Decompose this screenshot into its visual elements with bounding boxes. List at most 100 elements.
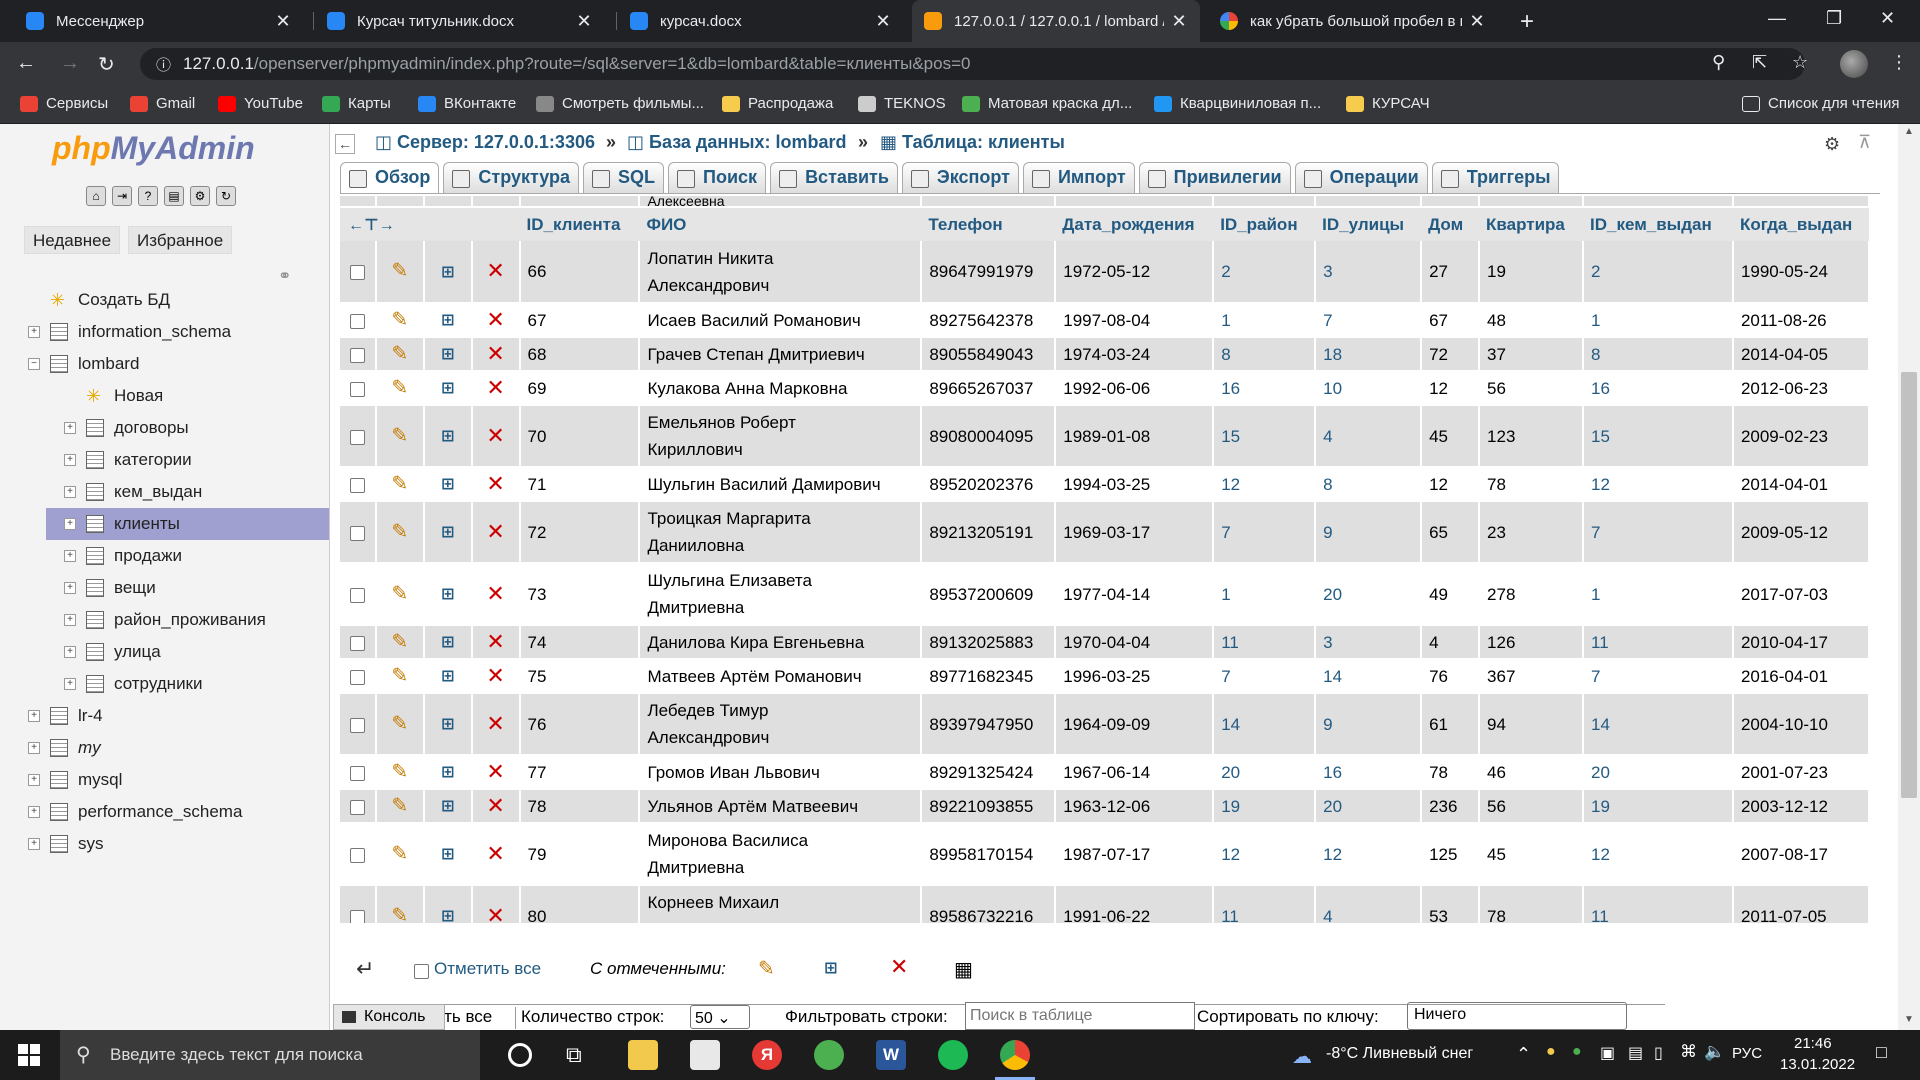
- yandex-browser-icon[interactable]: Я: [752, 1040, 782, 1070]
- column-header[interactable]: Когда_выдан: [1732, 207, 1869, 241]
- weather-icon[interactable]: ☁: [1292, 1044, 1312, 1069]
- wifi-icon[interactable]: ⌘: [1680, 1042, 1697, 1062]
- site-info-icon[interactable]: ⓘ: [156, 54, 171, 75]
- copy-row-icon[interactable]: ⊞: [441, 716, 454, 733]
- delete-row-icon[interactable]: ✕: [486, 629, 504, 654]
- delete-row-icon[interactable]: ✕: [486, 519, 504, 544]
- sort-by-key-select[interactable]: Ничего: [1407, 1002, 1627, 1030]
- cell-rayon-link[interactable]: 19: [1213, 789, 1317, 824]
- bookmark-item[interactable]: Gmail: [130, 95, 195, 112]
- cell-kem-link[interactable]: 11: [1583, 625, 1734, 660]
- tray-device-icon[interactable]: ▣: [1600, 1043, 1615, 1063]
- copy-row-icon[interactable]: ⊞: [441, 476, 454, 493]
- notifications-icon[interactable]: □: [1876, 1042, 1887, 1063]
- cell-ulica-link[interactable]: 9: [1315, 501, 1423, 564]
- browser-tab[interactable]: как убрать большой пробел в в... ✕: [1208, 0, 1498, 42]
- delete-row-icon[interactable]: ✕: [486, 581, 504, 606]
- check-all-label[interactable]: Отметить все: [434, 959, 541, 979]
- tree-new-item[interactable]: ✳ Новая: [46, 380, 329, 412]
- bookmark-item[interactable]: Матовая краска дл...: [962, 95, 1132, 112]
- row-checkbox[interactable]: [349, 909, 365, 923]
- scrollbar-thumb[interactable]: [1901, 372, 1917, 798]
- bookmark-item[interactable]: КУРСАЧ: [1346, 95, 1430, 112]
- close-tab-icon[interactable]: ✕: [1468, 11, 1486, 32]
- edit-row-icon[interactable]: ✎: [391, 583, 408, 605]
- tree-table-item[interactable]: + кем_выдан: [46, 476, 329, 508]
- cell-kem-link[interactable]: 12: [1583, 467, 1734, 502]
- copy-row-icon[interactable]: ⊞: [441, 524, 454, 541]
- cell-ulica-link[interactable]: 10: [1315, 371, 1423, 406]
- tree-database-item[interactable]: + sys: [0, 828, 329, 860]
- copy-row-icon[interactable]: ⊞: [441, 380, 454, 397]
- cell-ulica-link[interactable]: 3: [1315, 625, 1423, 660]
- cell-ulica-link[interactable]: 8: [1315, 467, 1423, 502]
- tree-table-item[interactable]: + продажи: [46, 540, 329, 572]
- edit-row-icon[interactable]: ✎: [391, 260, 408, 282]
- row-checkbox[interactable]: [349, 799, 365, 815]
- tree-table-item[interactable]: + клиенты: [46, 508, 329, 540]
- help-icon[interactable]: ?: [138, 186, 158, 206]
- edit-row-icon[interactable]: ✎: [391, 425, 408, 447]
- row-checkbox[interactable]: [349, 429, 365, 445]
- expand-icon[interactable]: +: [64, 518, 76, 530]
- filter-rows-input[interactable]: [965, 1002, 1195, 1030]
- cell-rayon-link[interactable]: 1: [1213, 563, 1317, 626]
- expand-icon[interactable]: +: [28, 326, 40, 338]
- delete-row-icon[interactable]: ✕: [486, 471, 504, 496]
- battery-icon[interactable]: ▯: [1654, 1043, 1663, 1063]
- delete-row-icon[interactable]: ✕: [486, 375, 504, 400]
- expand-icon[interactable]: +: [28, 742, 40, 754]
- column-header[interactable]: ID_район: [1213, 207, 1316, 241]
- cell-rayon-link[interactable]: 8: [1213, 337, 1317, 372]
- row-checkbox[interactable]: [349, 765, 365, 781]
- column-header[interactable]: ID_кем_выдан: [1583, 207, 1733, 241]
- delete-row-icon[interactable]: ✕: [486, 258, 504, 283]
- delete-row-icon[interactable]: ✕: [486, 793, 504, 818]
- edit-row-icon[interactable]: ✎: [391, 521, 408, 543]
- expand-icon[interactable]: +: [28, 838, 40, 850]
- expand-icon[interactable]: +: [28, 710, 40, 722]
- cell-kem-link[interactable]: 1: [1583, 303, 1734, 338]
- cell-kem-link[interactable]: 15: [1583, 405, 1734, 468]
- collapse-icon[interactable]: −: [28, 358, 40, 370]
- copy-row-icon[interactable]: ⊞: [441, 634, 454, 651]
- chrome-taskbar-icon[interactable]: [1000, 1040, 1030, 1070]
- delete-row-icon[interactable]: ✕: [486, 423, 504, 448]
- cell-kem-link[interactable]: 12: [1583, 823, 1734, 886]
- browser-tab[interactable]: курсач.docx ✕: [618, 0, 904, 42]
- edit-row-icon[interactable]: ✎: [391, 309, 408, 331]
- copy-row-icon[interactable]: ⊞: [441, 428, 454, 445]
- cell-kem-link[interactable]: 19: [1583, 789, 1734, 824]
- minimize-button[interactable]: —: [1768, 8, 1786, 29]
- cell-rayon-link[interactable]: 12: [1213, 823, 1317, 886]
- scroll-down-icon[interactable]: ▼: [1904, 1014, 1914, 1025]
- expand-icon[interactable]: +: [28, 806, 40, 818]
- cell-ulica-link[interactable]: 20: [1315, 563, 1423, 626]
- tree-table-item[interactable]: + район_проживания: [46, 604, 329, 636]
- row-checkbox[interactable]: [349, 381, 365, 397]
- clock-time[interactable]: 21:46: [1794, 1035, 1832, 1052]
- tree-database-item[interactable]: + information_schema: [0, 316, 329, 348]
- input-language[interactable]: РУС: [1732, 1045, 1762, 1062]
- edit-row-icon[interactable]: ✎: [391, 377, 408, 399]
- column-header[interactable]: ID_клиента: [519, 207, 640, 241]
- reading-list-button[interactable]: Список для чтения: [1742, 95, 1900, 112]
- column-header[interactable]: Дом: [1421, 207, 1480, 241]
- edit-row-icon[interactable]: ✎: [391, 843, 408, 865]
- delete-row-icon[interactable]: ✕: [486, 841, 504, 866]
- copy-row-icon[interactable]: ⊞: [441, 312, 454, 329]
- edit-row-icon[interactable]: ✎: [391, 343, 408, 365]
- column-header[interactable]: Телефон: [921, 207, 1056, 241]
- task-view-icon[interactable]: ⧉: [566, 1042, 596, 1072]
- tree-table-item[interactable]: + улица: [46, 636, 329, 668]
- cell-ulica-link[interactable]: 16: [1315, 755, 1423, 790]
- expand-icon[interactable]: +: [64, 486, 76, 498]
- close-window-button[interactable]: ✕: [1880, 8, 1895, 29]
- breadcrumb-database[interactable]: ◫ База данных: lombard: [627, 132, 847, 153]
- cell-rayon-link[interactable]: 20: [1213, 755, 1317, 790]
- copy-row-icon[interactable]: ⊞: [441, 668, 454, 685]
- reload-icon[interactable]: ↻: [98, 52, 115, 77]
- new-tab-button[interactable]: +: [1520, 8, 1534, 36]
- favorite-tables-button[interactable]: Избранное: [128, 226, 233, 254]
- share-icon[interactable]: ⇱: [1752, 52, 1767, 73]
